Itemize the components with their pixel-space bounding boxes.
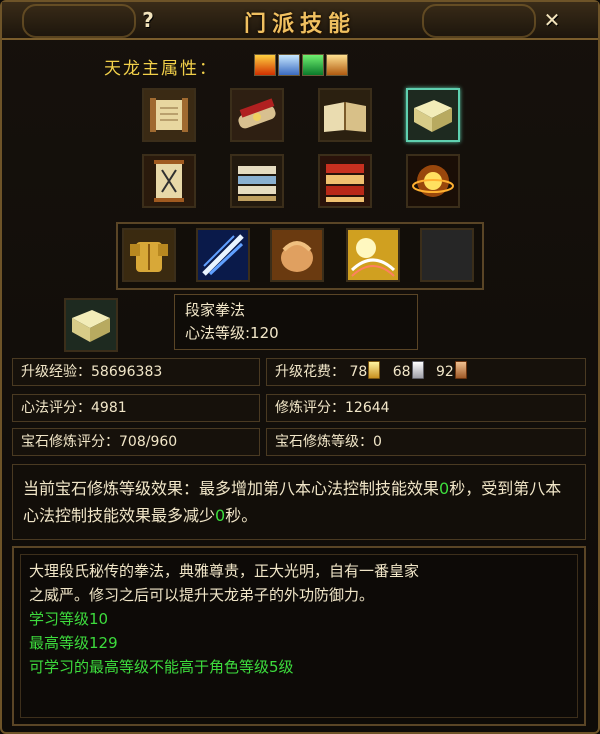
effect-text-1: 当前宝石修炼等级效果：最多增加第八本心法控制技能效果 xyxy=(23,479,440,498)
gem-score-value: 708/960 xyxy=(119,434,178,450)
description-line-1: 大理段氏秘传的拳法，典雅尊贵，正大光明，自有一番皇家 xyxy=(29,562,420,580)
golden-burst-icon[interactable] xyxy=(406,154,460,208)
cost-gold-value: 78 xyxy=(349,364,368,380)
mystic-attribute-icon xyxy=(326,54,348,76)
cultivation-score-value: 12644 xyxy=(345,400,390,416)
stacked-books-icon[interactable] xyxy=(230,154,284,208)
upgrade-exp-value: 58696383 xyxy=(91,364,163,380)
cost-silver-value: 68 xyxy=(392,364,411,380)
gem-score-box: 宝石修炼评分：708/960 xyxy=(12,428,260,456)
gem-level-box: 宝石修炼等级：0 xyxy=(266,428,586,456)
bound-scroll-icon[interactable] xyxy=(230,88,284,142)
ice-attribute-icon xyxy=(278,54,300,76)
gem-level-label: 宝石修炼等级： xyxy=(275,434,373,450)
upgrade-exp-box: 升级经验：58696383 xyxy=(12,358,260,386)
skill-description-panel[interactable]: 大理段氏秘传的拳法，典雅尊贵，正大光明，自有一番皇家 之威严。修习之后可以提升天… xyxy=(12,546,586,726)
sunburst-icon[interactable] xyxy=(346,228,400,282)
talisman-scroll-icon[interactable] xyxy=(142,154,196,208)
xinfa-score-box: 心法评分：4981 xyxy=(12,394,260,422)
skill-name: 段家拳法 xyxy=(185,301,246,319)
cultivation-score-label: 修炼评分： xyxy=(275,400,345,416)
main-attribute-label: 天龙主属性： xyxy=(104,59,218,79)
gold-coin-icon xyxy=(368,361,381,379)
empty-slot-icon[interactable] xyxy=(420,228,474,282)
effect-text-3: 秒。 xyxy=(225,506,258,525)
gem-effect-text: 当前宝石修炼等级效果：最多增加第八本心法控制技能效果0秒，受到第八本心法控制技能… xyxy=(12,464,586,540)
copper-coin-icon xyxy=(454,361,467,379)
cost-copper-value: 92 xyxy=(436,364,454,380)
scroll-book-icon[interactable] xyxy=(142,88,196,142)
close-button[interactable]: ✕ xyxy=(538,6,566,34)
title-bar[interactable]: ? 门派技能 ✕ xyxy=(2,2,598,40)
golden-armor-icon[interactable] xyxy=(122,228,176,282)
upgrade-cost-label: 升级花费： xyxy=(275,364,345,380)
silver-coin-icon xyxy=(411,361,424,379)
open-book-icon[interactable] xyxy=(318,88,372,142)
level-note: 可学习的最高等级不能高于角色等级5级 xyxy=(29,658,294,676)
gem-level-value: 0 xyxy=(373,434,382,450)
cultivation-score-box: 修炼评分：12644 xyxy=(266,394,586,422)
description-line-2: 之威严。修习之后可以提升天龙弟子的外功防御力。 xyxy=(29,586,375,604)
xinfa-score-value: 4981 xyxy=(91,400,127,416)
upgrade-cost-box: 升级花费： 78 68 92 xyxy=(266,358,586,386)
upgrade-exp-label: 升级经验： xyxy=(21,364,91,380)
fire-attribute-icon xyxy=(254,54,276,76)
effect-value-2: 0 xyxy=(215,506,226,525)
selected-skill-info: 段家拳法 心法等级:120 xyxy=(174,294,418,350)
max-level: 最高等级129 xyxy=(29,634,118,652)
poison-attribute-icon xyxy=(302,54,324,76)
jade-book-icon[interactable] xyxy=(406,88,460,142)
sect-skills-window: ? 门派技能 ✕ 天龙主属性： 段家拳法 心法等级:120 升级经验：58696… xyxy=(0,0,600,734)
blue-slash-icon[interactable] xyxy=(196,228,250,282)
skill-level: 心法等级:120 xyxy=(185,324,279,342)
selected-skill-icon xyxy=(64,298,118,352)
window-title: 门派技能 xyxy=(243,12,356,37)
effect-value-1: 0 xyxy=(439,479,450,498)
palm-strike-icon[interactable] xyxy=(270,228,324,282)
xinfa-score-label: 心法评分： xyxy=(21,400,91,416)
skill-description: 大理段氏秘传的拳法，典雅尊贵，正大光明，自有一番皇家 之威严。修习之后可以提升天… xyxy=(20,554,578,718)
gem-score-label: 宝石修炼评分： xyxy=(21,434,119,450)
learn-level: 学习等级10 xyxy=(29,610,109,628)
red-books-icon[interactable] xyxy=(318,154,372,208)
